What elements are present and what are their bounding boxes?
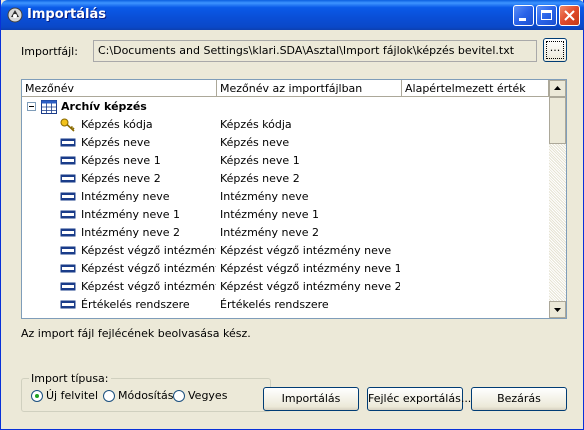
import-field-name: Képzés neve 2: [220, 172, 300, 185]
minimize-button[interactable]: [513, 5, 534, 26]
radio-mixed[interactable]: [173, 390, 185, 402]
scroll-track[interactable]: [549, 144, 566, 301]
import-field-name: Képzés neve 1: [220, 154, 300, 167]
field-name: Képzés neve 2: [81, 172, 161, 185]
radio-new-entry[interactable]: [31, 390, 43, 402]
radio-modify[interactable]: [103, 390, 115, 402]
import-dialog: Importálás Importfájl: C:\Documents and …: [0, 0, 584, 430]
field-icon: [60, 300, 76, 309]
field-name: Képzés neve 1: [81, 154, 161, 167]
import-file-label: Importfájl:: [21, 45, 78, 58]
field-name: Képzést végző intézmény ne: [81, 280, 216, 293]
window-title: Importálás: [27, 7, 106, 22]
import-field-name: Képzést végző intézmény neve: [220, 244, 392, 257]
app-icon: [7, 7, 23, 23]
tree-root-row[interactable]: Archív képzés: [22, 98, 549, 116]
radio-new-entry-label[interactable]: Új felvitel: [46, 389, 98, 402]
import-field-name: Intézmény neve 1: [220, 208, 320, 221]
field-name: Intézmény neve: [81, 190, 170, 203]
status-text: Az import fájl fejlécének beolvasása kés…: [21, 327, 251, 340]
tree-header: Mezőnév Mezőnév az importfájlban Alapért…: [22, 80, 549, 98]
import-field-name: Intézmény neve 2: [220, 226, 320, 239]
browse-button[interactable]: ...: [543, 38, 567, 62]
key-icon: [60, 118, 75, 132]
field-icon: [60, 156, 76, 165]
field-name: Intézmény neve 1: [81, 208, 181, 221]
field-icon: [60, 246, 76, 255]
tree-row[interactable]: Intézmény neve 2 Intézmény neve 2: [22, 224, 549, 242]
close-window-button[interactable]: [559, 5, 580, 26]
title-bar[interactable]: Importálás: [1, 0, 584, 30]
close-button[interactable]: Bezárás: [471, 387, 567, 411]
import-field-name: Képzés kódja: [220, 118, 292, 131]
field-icon: [60, 174, 76, 183]
field-name: Képzés kódja: [81, 118, 153, 131]
tree-row[interactable]: Képzés neve 1 Képzés neve 1: [22, 152, 549, 170]
arrow-up-icon: [554, 86, 561, 90]
field-icon: [60, 228, 76, 237]
tree-row[interactable]: Intézmény neve Intézmény neve: [22, 188, 549, 206]
field-icon: [60, 264, 76, 273]
field-icon: [60, 192, 76, 201]
maximize-button[interactable]: [536, 5, 557, 26]
tree-row[interactable]: Értékelés rendszere Értékelés rendszere: [22, 296, 549, 314]
tree-row[interactable]: Képzést végző intézmény ne Képzést végző…: [22, 260, 549, 278]
field-name: Képzést végző intézmény ne: [81, 244, 216, 257]
import-field-name: Intézmény neve: [220, 190, 309, 203]
column-header-default-value[interactable]: Alapértelmezett érték: [402, 80, 549, 97]
field-mapping-tree[interactable]: Mezőnév Mezőnév az importfájlban Alapért…: [21, 79, 567, 319]
import-field-name: Képzés neve: [220, 136, 290, 149]
table-icon: [41, 100, 57, 114]
maximize-icon: [541, 10, 552, 20]
field-icon: [60, 138, 76, 147]
field-icon: [60, 210, 76, 219]
field-name: Képzést végző intézmény ne: [81, 262, 216, 275]
close-icon: [564, 10, 575, 21]
import-file-path[interactable]: C:\Documents and Settings\klari.SDA\Aszt…: [93, 40, 537, 62]
radio-mixed-label[interactable]: Vegyes: [188, 389, 227, 402]
tree-row[interactable]: Képzést végző intézmény ne Képzést végző…: [22, 242, 549, 260]
import-field-name: Képzést végző intézmény neve 2: [220, 280, 400, 293]
column-header-import-field-name[interactable]: Mezőnév az importfájlban: [217, 80, 402, 97]
field-name: Képzés neve: [81, 136, 151, 149]
radio-selected-dot: [35, 394, 39, 398]
minimize-icon: [519, 18, 526, 21]
field-name: Intézmény neve 2: [81, 226, 181, 239]
arrow-down-icon: [554, 308, 561, 312]
field-name: Értékelés rendszere: [81, 298, 190, 311]
tree-row[interactable]: Intézmény neve 1 Intézmény neve 1: [22, 206, 549, 224]
export-header-button[interactable]: Fejléc exportálás...: [367, 387, 471, 411]
collapse-icon[interactable]: [27, 102, 36, 111]
tree-row[interactable]: Képzést végző intézmény ne Képzést végző…: [22, 278, 549, 296]
import-field-name: Értékelés rendszere: [220, 298, 329, 311]
radio-modify-label[interactable]: Módosítás: [118, 389, 174, 402]
scroll-down-button[interactable]: [549, 301, 566, 318]
tree-row[interactable]: Képzés neve 2 Képzés neve 2: [22, 170, 549, 188]
tree-row[interactable]: Képzés kódja Képzés kódja: [22, 116, 549, 134]
scroll-up-button[interactable]: [549, 80, 566, 97]
column-header-field-name[interactable]: Mezőnév: [22, 80, 217, 97]
import-type-label: Import típusa:: [29, 372, 111, 385]
vertical-scrollbar[interactable]: [549, 80, 566, 318]
import-button[interactable]: Importálás: [263, 387, 359, 411]
tree-row[interactable]: Képzés neve Képzés neve: [22, 134, 549, 152]
tree-root-label: Archív képzés: [61, 100, 147, 113]
field-icon: [60, 282, 76, 291]
scroll-thumb[interactable]: [549, 97, 566, 144]
import-field-name: Képzést végző intézmény neve 1: [220, 262, 400, 275]
